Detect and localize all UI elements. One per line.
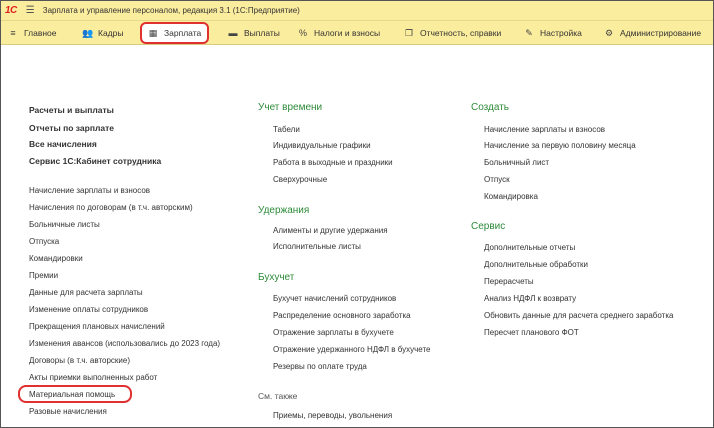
link-additional-processing[interactable]: Дополнительные обработки bbox=[484, 260, 588, 269]
link-writs[interactable]: Исполнительные листы bbox=[273, 242, 361, 251]
link-labor-reserves[interactable]: Резервы по оплате труда bbox=[273, 362, 367, 371]
documents-icon: ❐ bbox=[404, 27, 414, 38]
section-see-also: См. также bbox=[258, 391, 298, 401]
section-accounting: Бухучет bbox=[258, 272, 295, 283]
title-bar: 1С ☰ Зарплата и управление персоналом, р… bbox=[0, 0, 714, 21]
section-service: Сервис bbox=[471, 221, 506, 232]
link-timesheets[interactable]: Табели bbox=[273, 125, 300, 134]
card-icon: ▬ bbox=[228, 28, 238, 38]
link-all-accruals[interactable]: Все начисления bbox=[29, 139, 97, 149]
menu-item-administration[interactable]: ⚙ Администрирование bbox=[604, 21, 701, 45]
link-business-trips[interactable]: Командировки bbox=[29, 254, 83, 263]
people-icon: 👥 bbox=[82, 27, 94, 38]
link-create-salary-accrual[interactable]: Начисление зарплаты и взносов bbox=[484, 125, 605, 134]
hamburger-icon: ≡ bbox=[10, 28, 16, 38]
menu-icon[interactable]: ☰ bbox=[26, 5, 35, 16]
link-sick-leaves[interactable]: Больничные листы bbox=[29, 220, 100, 229]
link-salary-accrual[interactable]: Начисление зарплаты и взносов bbox=[29, 186, 150, 195]
link-earnings-distribution[interactable]: Распределение основного заработка bbox=[273, 311, 411, 320]
menu-item-reports[interactable]: ❐ Отчетность, справки bbox=[404, 21, 501, 45]
link-additional-reports[interactable]: Дополнительные отчеты bbox=[484, 243, 575, 252]
menu-item-settings[interactable]: ✎ Настройка bbox=[524, 21, 582, 45]
link-hiring-transfers[interactable]: Приемы, переводы, увольнения bbox=[273, 411, 392, 420]
link-weekend-work[interactable]: Работа в выходные и праздники bbox=[273, 158, 393, 167]
link-stop-accruals[interactable]: Прекращения плановых начислений bbox=[29, 322, 165, 331]
link-advance-changes[interactable]: Изменения авансов (использовались до 202… bbox=[29, 339, 220, 348]
menu-item-hr[interactable]: 👥 Кадры bbox=[82, 21, 123, 45]
section-deductions: Удержания bbox=[258, 205, 310, 216]
link-create-business-trip[interactable]: Командировка bbox=[484, 192, 538, 201]
link-pay-change[interactable]: Изменение оплаты сотрудников bbox=[29, 305, 148, 314]
link-one-time-accruals[interactable]: Разовые начисления bbox=[29, 407, 107, 416]
gear-icon: ⚙ bbox=[604, 27, 614, 38]
link-recalculations[interactable]: Перерасчеты bbox=[484, 277, 534, 286]
link-ndfl-reflection[interactable]: Отражение удержанного НДФЛ в бухучете bbox=[273, 345, 431, 354]
link-accrual-accounting[interactable]: Бухучет начислений сотрудников bbox=[273, 294, 396, 303]
menu-item-main[interactable]: ≡ Главное bbox=[8, 21, 56, 45]
link-calculations-payments[interactable]: Расчеты и выплаты bbox=[29, 105, 114, 115]
wrench-icon: ✎ bbox=[525, 27, 533, 38]
window-title: Зарплата и управление персоналом, редакц… bbox=[42, 5, 300, 15]
link-create-first-half[interactable]: Начисление за первую половину месяца bbox=[484, 141, 636, 150]
section-create: Создать bbox=[471, 102, 510, 113]
link-create-sick-leave[interactable]: Больничный лист bbox=[484, 158, 549, 167]
calculator-icon: ▦ bbox=[148, 27, 158, 38]
link-contract-accruals[interactable]: Начисления по договорам (в т.ч. авторски… bbox=[29, 203, 193, 212]
section-time-tracking: Учет времени bbox=[258, 102, 323, 113]
link-create-vacation[interactable]: Отпуск bbox=[484, 175, 510, 184]
link-individual-schedules[interactable]: Индивидуальные графики bbox=[273, 141, 371, 150]
link-overtime[interactable]: Сверхурочные bbox=[273, 175, 327, 184]
link-alimony[interactable]: Алименты и другие удержания bbox=[273, 226, 388, 235]
financial-aid-highlight bbox=[18, 385, 132, 403]
percent-icon: % bbox=[298, 28, 307, 38]
link-contracts[interactable]: Договоры (в т.ч. авторские) bbox=[29, 356, 130, 365]
menu-item-taxes[interactable]: % Налоги и взносы bbox=[298, 21, 380, 45]
1c-logo: 1С bbox=[5, 4, 17, 16]
link-vacations[interactable]: Отпуска bbox=[29, 237, 59, 246]
link-salary-reports[interactable]: Отчеты по зарплате bbox=[29, 123, 114, 133]
link-employee-cabinet[interactable]: Сервис 1С:Кабинет сотрудника bbox=[29, 156, 161, 166]
link-salary-data[interactable]: Данные для расчета зарплаты bbox=[29, 288, 143, 297]
sections-menu: ≡ Главное 👥 Кадры ▦ Зарплата ▬ Выплаты %… bbox=[0, 21, 714, 45]
link-ndfl-refund-analysis[interactable]: Анализ НДФЛ к возврату bbox=[484, 294, 576, 303]
link-salary-reflection[interactable]: Отражение зарплаты в бухучете bbox=[273, 328, 394, 337]
link-acceptance-acts[interactable]: Акты приемки выполненных работ bbox=[29, 373, 157, 382]
menu-item-payments[interactable]: ▬ Выплаты bbox=[228, 21, 280, 45]
link-bonuses[interactable]: Премии bbox=[29, 271, 58, 280]
link-update-average-earnings[interactable]: Обновить данные для расчета среднего зар… bbox=[484, 311, 673, 320]
menu-item-salary[interactable]: ▦ Зарплата bbox=[140, 22, 210, 44]
link-recalc-planned-payroll[interactable]: Пересчет планового ФОТ bbox=[484, 328, 579, 337]
